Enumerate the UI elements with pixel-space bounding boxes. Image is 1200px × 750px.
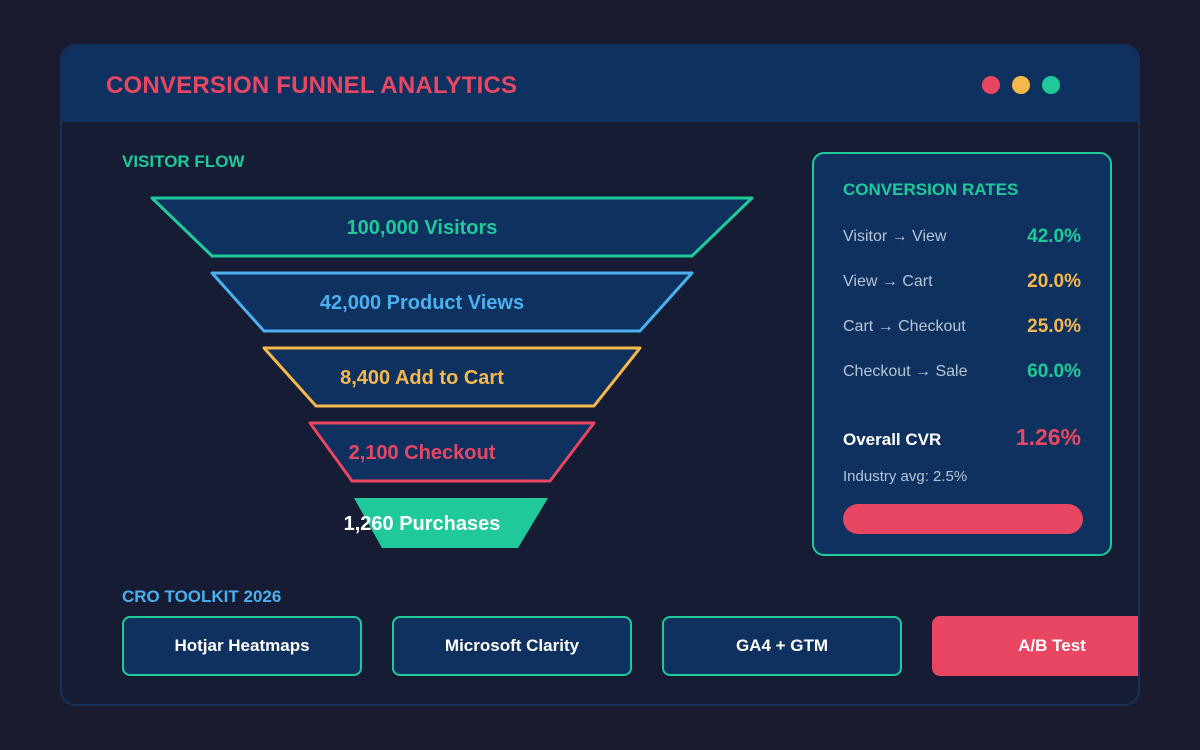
- overall-cvr-value: 1.26%: [1015, 424, 1081, 450]
- funnel-label-purchases: 1,260 Purchases: [344, 513, 501, 535]
- rate-label-checkout-sale: Checkout → Sale: [843, 363, 968, 380]
- industry-average: Industry avg: 2.5%: [843, 468, 968, 485]
- rate-label-cart-checkout: Cart → Checkout: [843, 318, 966, 335]
- conversion-rates-panel: CONVERSION RATES Visitor → View 42.0% Vi…: [812, 152, 1112, 556]
- cvr-progress-bar: [843, 504, 1083, 534]
- ab-test-button[interactable]: A/B Test: [932, 616, 1138, 676]
- conversion-rates-title: CONVERSION RATES: [843, 180, 1019, 199]
- overall-cvr-label: Overall CVR: [843, 430, 942, 449]
- hotjar-heatmaps-button[interactable]: Hotjar Heatmaps: [122, 616, 362, 676]
- rate-label-visitor-view: Visitor → View: [843, 228, 947, 245]
- app-window: CONVERSION FUNNEL ANALYTICS VISITOR FLOW…: [60, 44, 1140, 706]
- funnel-label-add-to-cart: 8,400 Add to Cart: [340, 367, 504, 389]
- funnel-label-product-views: 42,000 Product Views: [320, 292, 524, 314]
- funnel-label-visitors: 100,000 Visitors: [347, 217, 498, 239]
- microsoft-clarity-button[interactable]: Microsoft Clarity: [392, 616, 632, 676]
- funnel-chart: 100,000 Visitors 42,000 Product Views 8,40…: [150, 196, 754, 548]
- rate-value-visitor-view: 42.0%: [1027, 226, 1081, 247]
- rate-value-cart-checkout: 25.0%: [1027, 316, 1081, 337]
- rate-value-view-cart: 20.0%: [1027, 271, 1081, 292]
- funnel-label-checkout: 2,100 Checkout: [349, 442, 496, 464]
- maximize-window-icon[interactable]: [1042, 76, 1060, 94]
- cvr-progress-fill: [843, 504, 1083, 534]
- ga4-gtm-button[interactable]: GA4 + GTM: [662, 616, 902, 676]
- toolkit-label: CRO TOOLKIT 2026: [122, 587, 282, 606]
- close-window-icon[interactable]: [982, 76, 1000, 94]
- rate-value-checkout-sale: 60.0%: [1027, 361, 1081, 382]
- minimize-window-icon[interactable]: [1012, 76, 1030, 94]
- rate-label-view-cart: View → Cart: [843, 273, 933, 290]
